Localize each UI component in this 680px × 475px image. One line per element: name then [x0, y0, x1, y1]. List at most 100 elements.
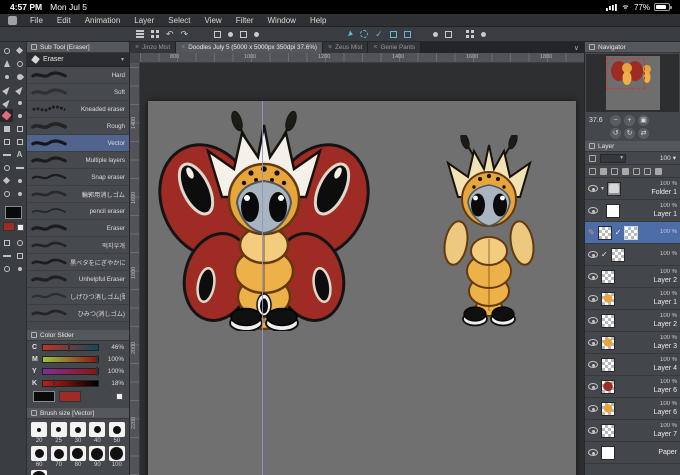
pencil-tool[interactable]	[13, 83, 26, 96]
workspace-grid-icon[interactable]	[151, 30, 159, 38]
subtool-item-finishing-eraser[interactable]: しげひつ消しゴム[薄]	[27, 288, 129, 305]
layer-thumbnail[interactable]	[601, 445, 615, 460]
previous-color-swatch[interactable]	[59, 391, 81, 402]
text-tool[interactable]: A	[13, 148, 26, 161]
history-tool[interactable]	[0, 262, 13, 275]
figure-tool[interactable]	[0, 135, 13, 148]
layer-visibility-icon[interactable]	[588, 273, 598, 280]
layer-visibility-icon[interactable]	[588, 339, 598, 346]
layer-thumbnail[interactable]	[601, 357, 615, 372]
layer-thumbnail[interactable]	[606, 203, 620, 218]
zoom-tool[interactable]	[0, 44, 13, 57]
layer-mask-thumbnail[interactable]	[624, 225, 639, 240]
lock-transparency-icon[interactable]	[600, 167, 607, 175]
folder-thumbnail[interactable]	[607, 181, 622, 196]
layer-visibility-icon[interactable]	[588, 361, 598, 368]
set-as-reference-icon[interactable]	[622, 167, 629, 175]
tab-doodles-july-5[interactable]: × Doodles July 5 (5000 x 5000px 350dpi 3…	[176, 42, 324, 53]
crop-icon[interactable]	[240, 30, 248, 38]
layer-visibility-icon[interactable]	[588, 295, 598, 302]
brush-size-20[interactable]: 20	[31, 422, 48, 444]
magic-wand-tool[interactable]	[0, 70, 13, 83]
layer-visibility-icon[interactable]	[588, 383, 598, 390]
ruler-snap-icon[interactable]	[403, 30, 411, 38]
new-layer-icon[interactable]	[644, 167, 651, 175]
brush-size-100[interactable]: 100	[108, 446, 125, 468]
layer-row-layer-2[interactable]: 100 % Layer 2	[585, 266, 680, 288]
subtool-item-eraser[interactable]: Eraser	[27, 220, 129, 237]
frame-tool[interactable]	[13, 135, 26, 148]
object-select-tool-icon[interactable]	[348, 30, 354, 38]
menu-window[interactable]: Window	[261, 14, 303, 27]
tab-jinzo-mist[interactable]: × Jinzo Mist	[130, 42, 177, 53]
close-tab-icon[interactable]: ×	[135, 44, 139, 51]
blend-tool[interactable]	[13, 109, 26, 122]
brush-size-60[interactable]: 60	[31, 446, 48, 468]
subtool-group-eraser[interactable]: Eraser ▾	[27, 53, 129, 67]
mix-tool[interactable]	[0, 187, 13, 200]
undo-button[interactable]: ↶	[166, 27, 174, 42]
timeline-tool[interactable]	[0, 249, 13, 262]
layer-opacity-control[interactable]: 100 ▾	[660, 154, 676, 163]
lock-layer-icon[interactable]	[589, 167, 596, 175]
gradient-tool[interactable]	[13, 122, 26, 135]
layer-checked-icon[interactable]: ✓	[601, 250, 608, 259]
correct-tool[interactable]	[13, 187, 26, 200]
menu-select[interactable]: Select	[161, 14, 197, 27]
layer-thumbnail[interactable]	[601, 335, 615, 350]
brush-size-25[interactable]: 25	[50, 422, 67, 444]
main-color-swatch[interactable]	[4, 206, 22, 219]
navigator-thumbnail[interactable]	[586, 54, 679, 112]
brush-size-30[interactable]: 30	[69, 422, 86, 444]
close-tab-icon[interactable]: ×	[373, 44, 377, 51]
folder-expand-icon[interactable]: ▾	[601, 185, 604, 192]
vector-snap-icon[interactable]	[389, 30, 397, 38]
layer-row-layer-1b[interactable]: 100 % Layer 1	[585, 288, 680, 310]
menu-help[interactable]: Help	[303, 14, 333, 27]
menu-view[interactable]: View	[198, 14, 229, 27]
airbrush-tool[interactable]	[13, 96, 26, 109]
brush-size-90[interactable]: 90	[89, 446, 106, 468]
horizontal-ruler[interactable]: 800 1000 1200 1400 1600 1800	[140, 53, 584, 63]
brush-size-40[interactable]: 40	[89, 422, 106, 444]
slider-handle[interactable]	[95, 354, 98, 364]
move-tool[interactable]	[13, 44, 26, 57]
subtool-panel-header[interactable]: Sub Tool [Eraser]	[27, 42, 129, 53]
snap-check-icon[interactable]: ✓	[375, 27, 383, 42]
brush-size-80[interactable]: 80	[69, 446, 86, 468]
ruler-tool[interactable]	[0, 148, 13, 161]
brush-size-50[interactable]: 50	[108, 422, 125, 444]
tab-genie-pants[interactable]: × Genie Pants	[368, 42, 422, 53]
layer-row-layer-6b[interactable]: 100 % Layer 6	[585, 398, 680, 420]
close-tab-icon[interactable]: ×	[328, 44, 332, 51]
layer-visibility-icon[interactable]	[588, 405, 598, 412]
delete-layer-icon[interactable]	[655, 167, 662, 175]
layer-thumbnail[interactable]	[601, 313, 615, 328]
settings-dots-icon[interactable]	[480, 31, 486, 37]
symmetry-guide-line[interactable]	[262, 101, 263, 475]
layer-row-layer-4[interactable]: 100 % Layer 4	[585, 354, 680, 376]
palette-dock-icon[interactable]	[465, 30, 474, 38]
info-tool[interactable]	[13, 262, 26, 275]
rotate-right-button[interactable]: ↻	[624, 128, 635, 139]
layer-row-layer-3[interactable]: 100 % Layer 3	[585, 332, 680, 354]
app-icon[interactable]	[8, 15, 17, 25]
subtool-item-unhelpful-eraser[interactable]: Unhelpful Eraser	[27, 271, 129, 288]
menu-layer[interactable]: Layer	[127, 14, 161, 27]
subtool-item-hard[interactable]: Hard	[27, 67, 129, 84]
black-slider[interactable]	[42, 378, 99, 388]
tab-overflow-chevron[interactable]: ∨	[569, 42, 584, 53]
menu-file[interactable]: File	[23, 14, 50, 27]
close-tab-icon[interactable]: ×	[181, 44, 185, 51]
brush-size-120[interactable]: 120	[31, 470, 48, 475]
eyedropper-tool[interactable]	[13, 70, 26, 83]
subtool-item-kneaded-eraser[interactable]: Kneaded eraser	[27, 101, 129, 118]
layer-row-layer-7[interactable]: 100 % Layer 7	[585, 420, 680, 442]
layer-visibility-icon[interactable]	[588, 207, 598, 214]
material-tool[interactable]	[13, 249, 26, 262]
selection-pen-tool[interactable]	[0, 174, 13, 187]
subtool-item-soft[interactable]: Soft	[27, 84, 129, 101]
color-slider-header[interactable]: Color Slider	[27, 330, 129, 341]
layer-visibility-icon[interactable]	[588, 427, 598, 434]
rotate-left-button[interactable]: ↺	[610, 128, 621, 139]
